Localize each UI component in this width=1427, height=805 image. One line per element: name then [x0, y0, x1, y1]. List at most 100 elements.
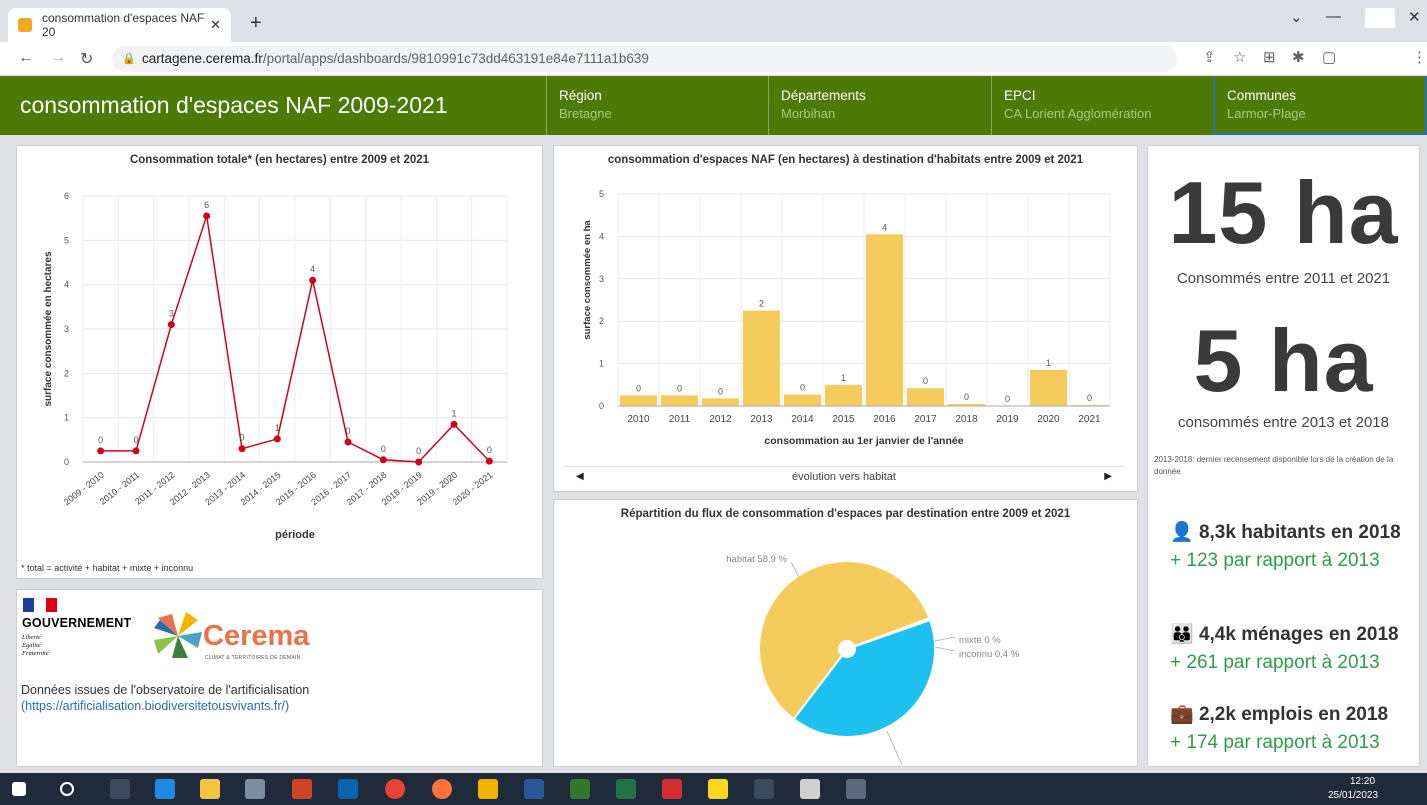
kpi-note: 2013-2018: dernier recensement disponibl… [1154, 455, 1394, 476]
data-point [309, 276, 317, 284]
selector-epci[interactable]: EPCI CA Lorient Agglomération [991, 76, 1213, 135]
data-label: 0 [487, 445, 492, 455]
pie-chart-panel: Répartition du flux de consommation d'es… [553, 499, 1138, 767]
data-point [344, 438, 352, 446]
briefcase-icon: 💼 [1170, 704, 1194, 725]
reload-icon[interactable]: ↻ [80, 49, 93, 69]
kpi-period-caption: consommés entre 2013 et 2018 [1178, 414, 1389, 431]
data-source-link[interactable]: (https://artificialisation.biodiversitet… [21, 699, 289, 713]
selector-label: Départements [781, 88, 866, 103]
selector-communes[interactable]: Communes Larmor-Plage [1213, 76, 1427, 135]
forward-icon[interactable]: → [50, 49, 66, 67]
data-label: 0 [800, 383, 805, 393]
x-tick-label: 2015 [832, 414, 855, 425]
selector-label: EPCI [1004, 88, 1036, 103]
favicon-icon [18, 18, 32, 32]
data-source: Données issues de l'observatoire de l'ar… [21, 682, 309, 714]
nav-next-icon[interactable]: ▶ [1104, 471, 1112, 482]
y-tick-label: 0 [64, 457, 69, 467]
habitants-delta: + 123 par rapport à 2013 [1170, 550, 1380, 571]
close-tab-icon[interactable]: ✕ [210, 17, 221, 33]
extensions-grid-icon[interactable]: ⊞ [1263, 48, 1276, 66]
menages-text: 4,4k ménages en 2018 [1198, 624, 1399, 645]
minimize-icon[interactable]: — [1326, 8, 1341, 25]
marianne-flag-icon [23, 598, 57, 612]
data-label: 0 [1087, 393, 1092, 403]
taskbar: 12:20 25/01/2023 [0, 773, 1427, 805]
x-axis-label: consommation au 1er janvier de l'année [764, 435, 963, 447]
data-point [167, 321, 175, 329]
edge-icon[interactable] [155, 779, 175, 799]
data-label: 0 [964, 392, 969, 402]
emplois-stat: 💼 2,2k emplois en 2018 [1170, 702, 1388, 726]
url-domain: cartagene.cerema.fr [142, 51, 263, 66]
sidepanel-icon[interactable]: ▢ [1322, 48, 1336, 66]
back-icon[interactable]: ← [18, 49, 34, 67]
data-label: 0 [98, 435, 103, 445]
data-point [273, 435, 281, 443]
data-point [379, 456, 387, 464]
bar [907, 388, 944, 406]
kpi-total-value: 15 ha [1168, 163, 1399, 262]
pie-label: mixte 0 % [959, 635, 1001, 646]
family-icon: 👪 [1170, 624, 1194, 645]
sticky-notes-icon[interactable] [708, 779, 728, 799]
window-close-icon[interactable]: ✕ [1408, 8, 1421, 26]
menages-delta: + 261 par rapport à 2013 [1170, 652, 1380, 673]
cerema-logo-text: Cerema [203, 620, 310, 652]
y-tick-label: 5 [599, 189, 604, 199]
browser-tab-bar: consommation d'espaces NAF 20 ✕ + ⌄ — ✕ [0, 0, 1427, 42]
browser-tab[interactable]: consommation d'espaces NAF 20 ✕ [8, 8, 231, 42]
powerpoint-icon[interactable] [292, 779, 312, 799]
selector-departements[interactable]: Départements Morbihan [768, 76, 991, 135]
windows-start-icon[interactable] [12, 782, 26, 796]
maximize-icon[interactable] [1365, 8, 1395, 28]
data-label: 1 [275, 423, 280, 433]
project-icon[interactable] [570, 779, 590, 799]
search-icon[interactable] [60, 782, 74, 796]
y-tick-label: 1 [64, 413, 69, 423]
data-label: 4 [882, 222, 887, 232]
habitants-text: 8,3k habitants en 2018 [1198, 522, 1401, 543]
url-field[interactable]: 🔒 cartagene.cerema.fr/portal/apps/dashbo… [112, 46, 1177, 72]
acrobat-icon[interactable] [662, 779, 682, 799]
star-icon[interactable]: ☆ [1233, 48, 1246, 66]
gov-label: GOUVERNEMENT [22, 616, 132, 630]
leader-line [934, 636, 956, 642]
outlook-icon[interactable] [338, 779, 358, 799]
data-label: 0 [636, 383, 641, 393]
bar [825, 384, 862, 406]
explorer-icon[interactable] [200, 779, 220, 799]
cerema-logo-icon [154, 612, 202, 658]
excel-icon[interactable] [616, 779, 636, 799]
menu-icon[interactable]: ⋮ [1412, 48, 1427, 66]
app-icon[interactable] [245, 779, 265, 799]
clock-date: 25/01/2023 [1328, 790, 1379, 801]
habitants-stat: 👤 8,3k habitants en 2018 [1170, 520, 1401, 544]
gov-motto: Liberté Égalité Fraternité [22, 634, 49, 657]
selector-label: Communes [1227, 88, 1297, 103]
firefox-icon[interactable] [432, 779, 452, 799]
app2-icon[interactable] [754, 779, 774, 799]
lock-app-icon[interactable] [478, 779, 498, 799]
data-label: 0 [381, 444, 386, 454]
selector-region[interactable]: Région Bretagne [546, 76, 768, 135]
share-icon[interactable]: ⇪ [1203, 48, 1216, 66]
x-tick-label: 2021 [1078, 414, 1101, 425]
kpi-total-caption: Consommés entre 2011 et 2021 [1176, 270, 1391, 287]
paint-icon[interactable] [846, 779, 866, 799]
x-tick-label: 2010 [627, 414, 650, 425]
bar [784, 394, 821, 406]
bar [702, 398, 739, 406]
y-tick-label: 6 [64, 191, 69, 201]
word-icon[interactable] [524, 779, 544, 799]
taskview-icon[interactable] [110, 779, 130, 799]
chevron-down-icon[interactable]: ⌄ [1290, 8, 1303, 26]
data-label: 0 [718, 386, 723, 396]
puzzle-icon[interactable]: ✱ [1292, 48, 1305, 66]
data-label: 0 [345, 426, 350, 436]
calculator-icon[interactable] [800, 779, 820, 799]
chrome-icon[interactable] [385, 779, 405, 799]
selector-value: Larmor-Plage [1227, 106, 1306, 121]
new-tab-icon[interactable]: + [250, 12, 262, 35]
